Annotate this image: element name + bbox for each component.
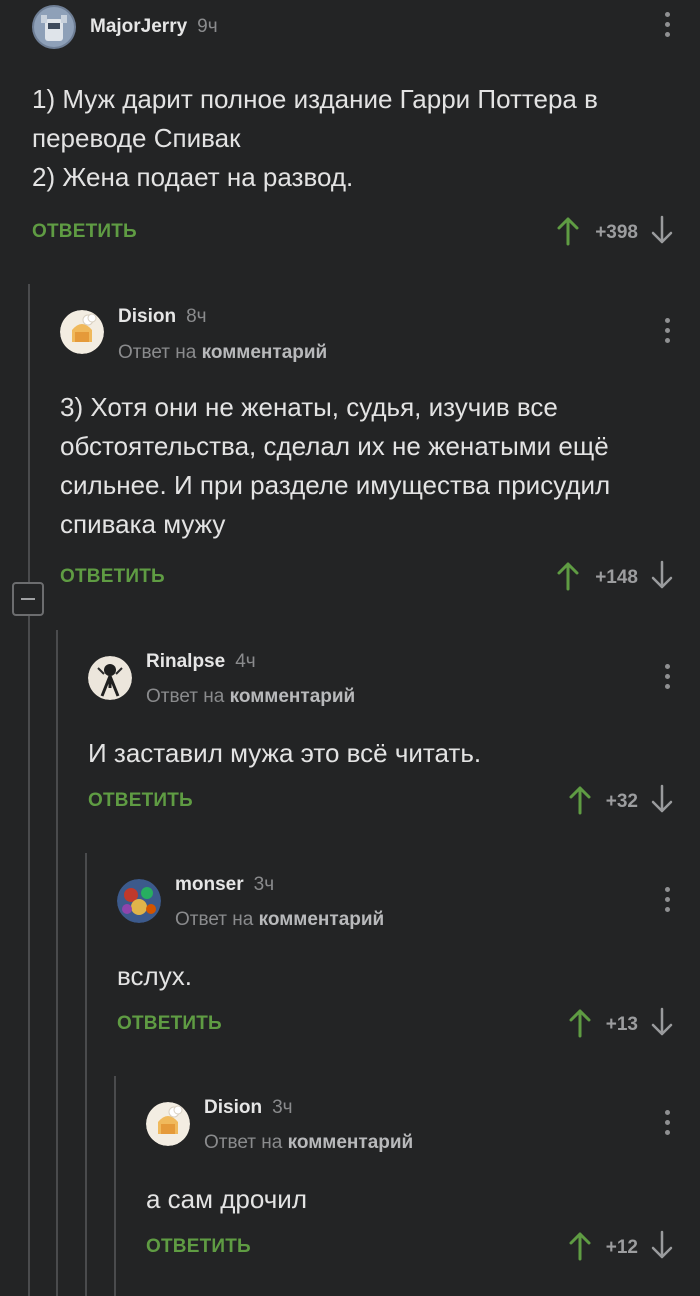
arrow-up-icon[interactable] <box>568 1008 592 1038</box>
reply-button[interactable]: ОТВЕТИТЬ <box>117 1013 222 1035</box>
comment-text-line: вслух. <box>117 961 192 991</box>
comment-text-line: сильнее. И при разделе имущества присуди… <box>60 470 611 500</box>
reply-button[interactable]: ОТВЕТИТЬ <box>146 1236 251 1258</box>
reply-to-prefix: Ответ на <box>118 342 197 363</box>
comment-author[interactable]: Dision 3ч <box>204 1097 293 1119</box>
reply-to-line: Ответ на комментарий <box>175 909 384 931</box>
comment-author[interactable]: MajorJerry 9ч <box>90 16 218 38</box>
more-vertical-icon[interactable] <box>664 887 670 915</box>
comment-text-line: переводе Спивак <box>32 123 241 153</box>
comment-rinalpse: Rinalpse 4ч Ответ на комментарий И застав… <box>88 642 700 832</box>
comment-text-line: а сам дрочил <box>146 1184 308 1214</box>
collapse-thread-button[interactable] <box>12 582 44 616</box>
reply-to-prefix: Ответ на <box>204 1132 283 1153</box>
comment-author[interactable]: Rinalpse 4ч <box>146 651 256 673</box>
comment-header: Dision 8ч Ответ на комментарий <box>60 298 700 363</box>
avatar[interactable] <box>88 656 132 700</box>
reply-to-link[interactable]: комментарий <box>230 686 356 707</box>
comment-rating: +12 <box>605 1237 638 1258</box>
comment-footer: ОТВЕТИТЬ +13 <box>117 1007 674 1043</box>
reply-to-link[interactable]: комментарий <box>288 1132 414 1153</box>
comment-time: 8ч <box>186 306 207 327</box>
thread-line-level-2 <box>56 630 58 1296</box>
avatar[interactable] <box>60 310 104 354</box>
reply-to-line: Ответ на комментарий <box>118 342 327 364</box>
comment-footer: ОТВЕТИТЬ +398 <box>32 215 674 251</box>
comment-rating: +13 <box>605 1014 638 1035</box>
comment-time: 3ч <box>272 1097 293 1118</box>
arrow-down-icon[interactable] <box>650 1007 674 1037</box>
comment-text: 3) Хотя они не женаты, судья, изучив все… <box>60 388 674 544</box>
arrow-up-icon[interactable] <box>556 216 580 246</box>
comment-text: а сам дрочил <box>146 1180 674 1219</box>
reply-to-prefix: Ответ на <box>175 909 254 930</box>
arrow-up-icon[interactable] <box>568 1231 592 1261</box>
arrow-down-icon[interactable] <box>650 1230 674 1260</box>
comment-author[interactable]: monser 3ч <box>175 874 274 896</box>
comment-header: MajorJerry 9ч <box>32 0 700 60</box>
thread-line-level-4 <box>114 1076 116 1296</box>
arrow-up-icon[interactable] <box>568 785 592 815</box>
comment-time: 9ч <box>197 16 218 37</box>
comment-time: 4ч <box>235 651 256 672</box>
author-name[interactable]: MajorJerry <box>90 16 187 37</box>
comment-footer: ОТВЕТИТЬ +12 <box>146 1230 674 1266</box>
comment-text: вслух. <box>117 957 674 996</box>
comment-author[interactable]: Dision 8ч <box>118 306 207 328</box>
reply-to-line: Ответ на комментарий <box>204 1132 413 1154</box>
comment-rating: +148 <box>595 567 638 588</box>
comment-header: Rinalpse 4ч Ответ на комментарий <box>88 642 700 707</box>
author-name[interactable]: Rinalpse <box>146 651 225 672</box>
reply-to-prefix: Ответ на <box>146 686 225 707</box>
more-vertical-icon[interactable] <box>664 664 670 692</box>
more-vertical-icon[interactable] <box>664 318 670 346</box>
avatar[interactable] <box>32 5 76 49</box>
more-vertical-icon[interactable] <box>664 1110 670 1138</box>
comment-text-line: спивака мужу <box>60 509 226 539</box>
reply-button[interactable]: ОТВЕТИТЬ <box>60 566 165 588</box>
arrow-down-icon[interactable] <box>650 215 674 245</box>
minus-icon <box>21 598 35 600</box>
comment-text: И заставил мужа это всё читать. <box>88 734 674 773</box>
comment-rating: +398 <box>595 222 638 243</box>
thread-line-level-3 <box>85 853 87 1296</box>
comment-text-line: обстоятельства, сделал их не женатыми ещ… <box>60 431 609 461</box>
comment-header: monser 3ч Ответ на комментарий <box>117 865 700 930</box>
comment-header: Dision 3ч Ответ на комментарий <box>146 1088 700 1153</box>
reply-button[interactable]: ОТВЕТИТЬ <box>88 790 193 812</box>
comment-majorjerry: MajorJerry 9ч 1) Муж дарит полное издание… <box>32 0 700 260</box>
comment-text-line: 1) Муж дарит полное издание Гарри Поттер… <box>32 84 598 114</box>
comment-time: 3ч <box>253 874 275 895</box>
comment-monser: monser 3ч Ответ на комментарий вслух. ОТВ… <box>117 865 700 1055</box>
comment-text-line: 2) Жена подает на развод. <box>32 162 354 192</box>
reply-to-line: Ответ на комментарий <box>146 686 355 708</box>
comment-dision-2: Dision 3ч Ответ на комментарий а сам дроч… <box>146 1088 700 1288</box>
author-name[interactable]: monser <box>175 874 244 895</box>
author-name[interactable]: Dision <box>118 306 176 327</box>
comment-text-line: И заставил мужа это всё читать. <box>88 738 482 768</box>
arrow-up-icon[interactable] <box>556 561 580 591</box>
avatar[interactable] <box>146 1102 190 1146</box>
author-name[interactable]: Dision <box>204 1097 262 1118</box>
reply-button[interactable]: ОТВЕТИТЬ <box>32 221 137 243</box>
thread-line-level-1 <box>28 284 30 1296</box>
comment-dision-1: Dision 8ч Ответ на комментарий 3) Хотя он… <box>60 298 700 598</box>
comment-footer: ОТВЕТИТЬ +32 <box>88 784 674 820</box>
avatar[interactable] <box>117 879 161 923</box>
reply-to-link[interactable]: комментарий <box>202 342 328 363</box>
comment-footer: ОТВЕТИТЬ +148 <box>60 560 674 596</box>
reply-to-link[interactable]: комментарий <box>259 909 385 930</box>
comment-text: 1) Муж дарит полное издание Гарри Поттер… <box>32 80 674 197</box>
comment-text-line: 3) Хотя они не женаты, судья, изучив все <box>60 392 558 422</box>
comment-rating: +32 <box>605 791 638 812</box>
arrow-down-icon[interactable] <box>650 784 674 814</box>
more-vertical-icon[interactable] <box>664 12 670 40</box>
arrow-down-icon[interactable] <box>650 560 674 590</box>
